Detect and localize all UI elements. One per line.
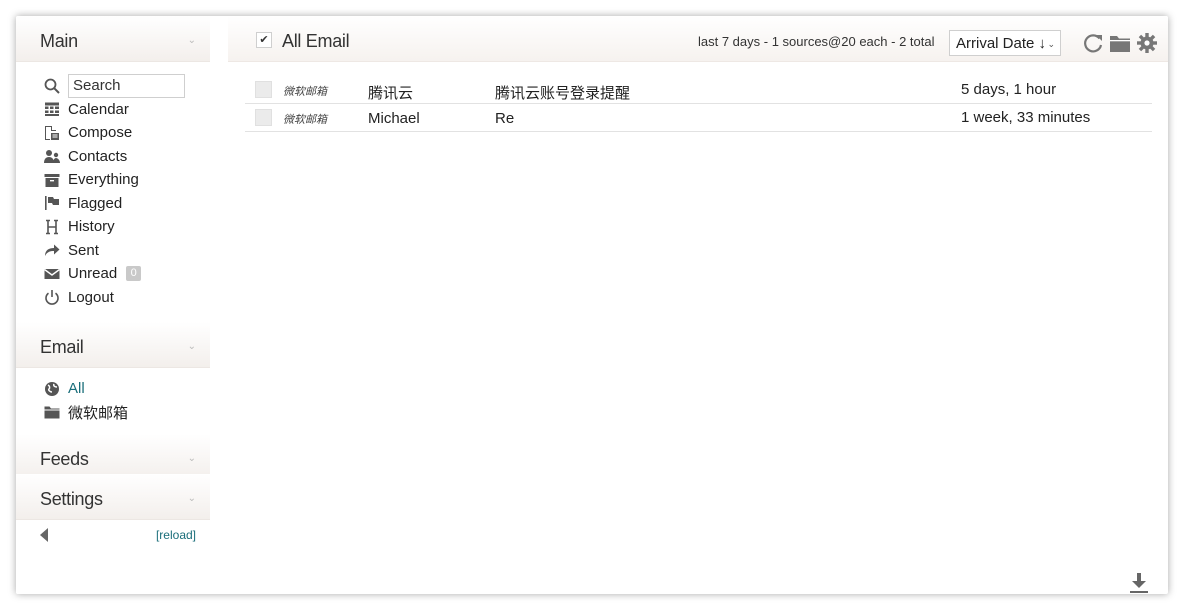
collapse-sidebar-icon[interactable] — [40, 528, 48, 542]
row-subject[interactable]: 腾讯云账号登录提醒 — [495, 82, 630, 103]
row-checkbox[interactable] — [255, 109, 272, 126]
row-date: 5 days, 1 hour — [961, 81, 1057, 98]
sent-arrow-icon — [44, 242, 68, 258]
sidebar-item-label: 微软邮箱 — [68, 404, 129, 422]
envelope-icon — [44, 266, 68, 282]
select-all-checkbox[interactable]: ✔ — [256, 32, 272, 48]
box-icon — [44, 172, 68, 188]
chevron-down-icon: ⌄ — [187, 453, 196, 464]
row-source: 微软邮箱 — [283, 86, 327, 98]
sidebar-footer: [reload] — [16, 519, 210, 551]
section-email-header[interactable]: Email ⌄ — [16, 322, 210, 368]
sidebar-item-label: All — [68, 380, 85, 398]
history-icon — [44, 219, 68, 235]
sidebar-item-label: Flagged — [68, 194, 123, 212]
chevron-down-icon: ⌄ — [187, 493, 196, 504]
row-checkbox[interactable] — [255, 81, 272, 98]
row-date: 1 week, 33 minutes — [961, 109, 1091, 126]
sidebar-item-sent[interactable]: Sent — [44, 239, 185, 263]
sidebar-item-unread[interactable]: Unread 0 — [44, 262, 185, 286]
sidebar-item-logout[interactable]: Logout — [44, 286, 185, 310]
section-title: Email — [40, 337, 84, 357]
sidebar-item-label: Logout — [68, 288, 114, 306]
sidebar-item-label: Calendar — [68, 100, 129, 118]
message-list: 微软邮箱 腾讯云 腾讯云账号登录提醒 5 days, 1 hour 微软邮箱 M… — [245, 76, 1152, 132]
section-title: Main — [40, 31, 78, 51]
calendar-icon — [44, 101, 68, 117]
refresh-icon[interactable] — [1082, 32, 1104, 54]
sort-selected-value: Arrival Date ↓ — [956, 35, 1047, 52]
compose-icon — [44, 125, 68, 141]
app-window: Main ⌄ Calendar Compose — [16, 16, 1168, 594]
sidebar-item-contacts[interactable]: Contacts — [44, 145, 185, 169]
sidebar-item-label: Sent — [68, 241, 99, 259]
folder-icon[interactable] — [1109, 32, 1131, 54]
sidebar-item-all[interactable]: All — [44, 377, 128, 401]
page-title: All Email — [282, 31, 350, 51]
sidebar-item-flagged[interactable]: Flagged — [44, 192, 185, 216]
reload-link[interactable]: [reload] — [156, 528, 196, 542]
sidebar-item-label: History — [68, 218, 115, 236]
row-from: 腾讯云 — [368, 85, 414, 102]
gear-icon[interactable] — [1136, 32, 1158, 54]
row-source: 微软邮箱 — [283, 114, 327, 126]
sidebar-item-label: Compose — [68, 124, 133, 142]
row-subject[interactable]: Re — [495, 110, 514, 127]
contacts-icon — [44, 148, 68, 164]
main-menu: Calendar Compose Contacts Everything — [44, 73, 185, 310]
search-row — [44, 73, 185, 98]
sidebar-item-label: Everything — [68, 171, 139, 189]
sidebar-item-compose[interactable]: Compose — [44, 121, 185, 145]
power-icon — [44, 289, 68, 306]
table-row[interactable]: 微软邮箱 Michael Re 1 week, 33 minutes — [245, 104, 1152, 132]
flag-icon — [44, 195, 68, 211]
sidebar-item-calendar[interactable]: Calendar — [44, 98, 185, 122]
main-panel: ✔ All Email last 7 days - 1 sources@20 e… — [228, 16, 1168, 594]
sidebar-item-everything[interactable]: Everything — [44, 168, 185, 192]
search-input[interactable] — [68, 73, 185, 98]
sidebar: Main ⌄ Calendar Compose — [16, 16, 210, 594]
chevron-down-icon: ⌄ — [187, 341, 196, 352]
chevron-down-icon: ⌄ — [1047, 39, 1055, 49]
section-title: Settings — [40, 489, 103, 509]
search-icon — [44, 78, 68, 94]
sidebar-item-history[interactable]: History — [44, 215, 185, 239]
unread-count-badge: 0 — [126, 266, 142, 282]
chevron-down-icon: ⌄ — [187, 35, 196, 46]
sidebar-item-label: Contacts — [68, 147, 128, 165]
email-menu: All 微软邮箱 — [44, 377, 128, 424]
main-header: ✔ All Email last 7 days - 1 sources@20 e… — [228, 16, 1168, 62]
section-main-header[interactable]: Main ⌄ — [16, 16, 210, 62]
section-title: Feeds — [40, 449, 89, 469]
sort-select[interactable]: Arrival Date ↓ ⌄ — [949, 30, 1061, 56]
list-summary: last 7 days - 1 sources@20 each - 2 tota… — [698, 34, 935, 49]
sidebar-item-folder[interactable]: 微软邮箱 — [44, 401, 128, 425]
sidebar-item-label: Unread — [68, 265, 118, 283]
section-settings-header[interactable]: Settings ⌄ — [16, 474, 210, 520]
row-from: Michael — [368, 110, 420, 127]
table-row[interactable]: 微软邮箱 腾讯云 腾讯云账号登录提醒 5 days, 1 hour — [245, 76, 1152, 104]
globe-icon — [44, 381, 68, 397]
folder-icon — [44, 404, 68, 420]
download-icon[interactable] — [1129, 572, 1149, 594]
